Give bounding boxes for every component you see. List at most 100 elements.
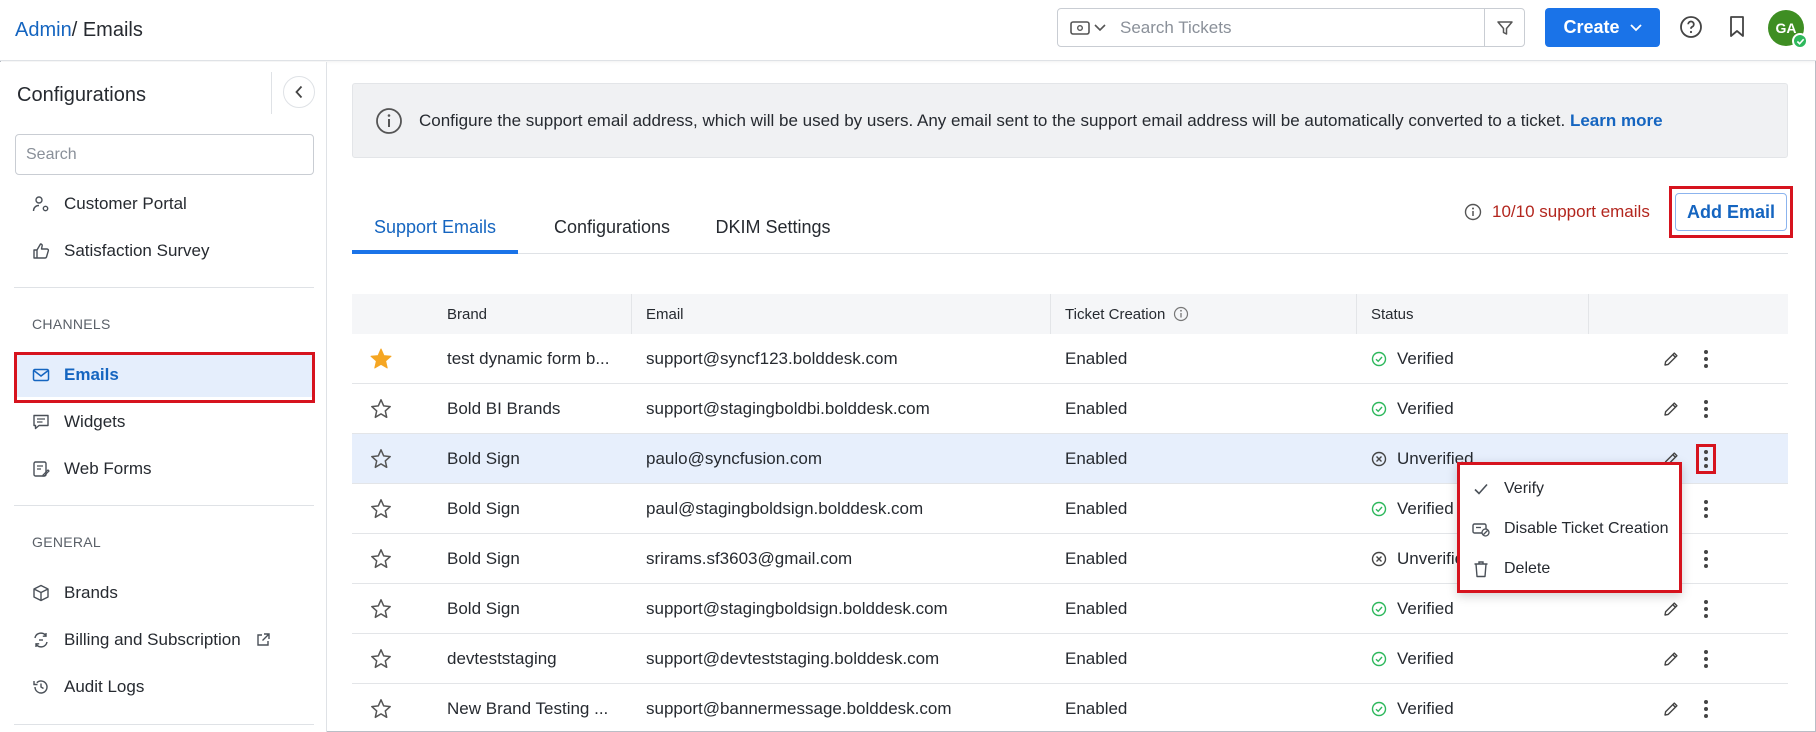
table-row[interactable]: devteststaging support@devteststaging.bol…: [352, 634, 1788, 684]
divider: [14, 724, 314, 725]
ticket-creation-cell: Enabled: [1065, 599, 1128, 618]
menu-item-label: Verify: [1504, 480, 1545, 497]
sidebar-item-emails[interactable]: Emails: [15, 353, 314, 397]
star-outline-icon: [369, 647, 393, 671]
billing-icon: [32, 631, 50, 649]
sidebar-item-satisfaction-survey[interactable]: Satisfaction Survey: [15, 229, 314, 273]
favorite-star-button[interactable]: [366, 384, 396, 434]
sidebar-item-web-forms[interactable]: Web Forms: [15, 447, 314, 491]
status-label: Verified: [1397, 499, 1454, 518]
edit-button[interactable]: [1657, 684, 1685, 732]
sidebar-search-input[interactable]: [15, 134, 314, 175]
divider: [271, 72, 272, 114]
sidebar-item-widgets[interactable]: Widgets: [15, 400, 314, 444]
more-actions-button[interactable]: [1692, 334, 1720, 384]
menu-item-delete[interactable]: Delete: [1460, 549, 1679, 589]
column-header-ticket-creation[interactable]: Ticket Creation: [1065, 294, 1189, 334]
brand-cell: Bold Sign: [447, 599, 520, 618]
favorite-star-button[interactable]: [366, 534, 396, 584]
brand-cell: Bold Sign: [447, 449, 520, 468]
email-cell: support@stagingboldsign.bolddesk.com: [646, 599, 948, 618]
unverified-icon: [1371, 451, 1387, 467]
star-outline-icon: [369, 547, 393, 571]
favorite-star-button[interactable]: [366, 634, 396, 684]
edit-button[interactable]: [1657, 634, 1685, 684]
more-actions-button[interactable]: [1692, 384, 1720, 434]
bookmark-button[interactable]: [1724, 14, 1750, 40]
sidebar-item-audit-logs[interactable]: Audit Logs: [15, 665, 314, 709]
more-actions-button[interactable]: [1692, 584, 1720, 634]
favorite-star-button[interactable]: [366, 434, 396, 484]
pencil-icon: [1662, 650, 1680, 668]
trash-icon: [1472, 560, 1490, 578]
ticket-creation-cell: Enabled: [1065, 699, 1128, 718]
collapse-sidebar-button[interactable]: [283, 76, 315, 108]
breadcrumb-current: Emails: [82, 19, 143, 41]
ticket-creation-cell: Enabled: [1065, 499, 1128, 518]
column-header-brand[interactable]: Brand: [447, 294, 487, 334]
chevron-down-icon: [1629, 23, 1642, 32]
table-row[interactable]: Bold BI Brands support@stagingboldbi.bold…: [352, 384, 1788, 434]
status-cell: Verified: [1371, 334, 1454, 384]
filter-button[interactable]: [1484, 9, 1524, 46]
favorite-star-button[interactable]: [366, 584, 396, 634]
thumbs-up-icon: [32, 242, 50, 260]
breadcrumb-admin-link[interactable]: Admin: [15, 19, 72, 41]
bookmark-icon: [1727, 15, 1747, 39]
email-cell: support@bannermessage.bolddesk.com: [646, 699, 952, 718]
more-actions-button[interactable]: [1692, 484, 1720, 534]
search-scope-dropdown[interactable]: [1058, 9, 1118, 46]
tab-configurations[interactable]: Configurations: [532, 210, 692, 254]
sidebar-item-customer-portal[interactable]: Customer Portal: [15, 182, 314, 226]
tab-dkim-settings[interactable]: DKIM Settings: [698, 210, 848, 254]
tab-support-emails[interactable]: Support Emails: [352, 210, 518, 254]
ticket-creation-cell: Enabled: [1065, 549, 1128, 568]
sidebar-item-label: Web Forms: [64, 459, 152, 478]
info-icon: [1173, 306, 1189, 322]
pencil-icon: [1662, 600, 1680, 618]
email-cell: support@devteststaging.bolddesk.com: [646, 649, 940, 668]
email-cell: paulo@syncfusion.com: [646, 449, 823, 468]
verified-icon: [1371, 351, 1387, 367]
more-actions-button[interactable]: [1692, 684, 1720, 732]
status-label: Verified: [1397, 649, 1454, 668]
pencil-icon: [1662, 400, 1680, 418]
more-actions-button[interactable]: [1692, 534, 1720, 584]
column-header-email[interactable]: Email: [646, 294, 684, 334]
email-cell: support@syncf123.bolddesk.com: [646, 349, 898, 368]
ticket-scope-icon: [1070, 20, 1090, 36]
sidebar-item-brands[interactable]: Brands: [15, 571, 314, 615]
create-button[interactable]: Create: [1545, 8, 1660, 47]
user-avatar[interactable]: GA: [1768, 10, 1808, 49]
table-header: Brand Email Ticket Creation Status: [352, 294, 1788, 334]
table-row[interactable]: New Brand Testing ... support@bannermessa…: [352, 684, 1788, 732]
table-row[interactable]: test dynamic form b... support@syncf123.b…: [352, 334, 1788, 384]
menu-item-verify[interactable]: Verify: [1460, 469, 1679, 509]
menu-item-label: Disable Ticket Creation: [1504, 520, 1669, 537]
sidebar-item-billing-and-subscription[interactable]: Billing and Subscription: [15, 618, 314, 662]
favorite-star-button[interactable]: [366, 484, 396, 534]
favorite-star-button[interactable]: [366, 334, 396, 384]
edit-button[interactable]: [1657, 334, 1685, 384]
verified-icon: [1371, 651, 1387, 667]
sidebar-item-label: Widgets: [64, 412, 126, 431]
more-vertical-icon: [1703, 699, 1709, 719]
pencil-icon: [1662, 700, 1680, 718]
more-actions-button[interactable]: [1696, 444, 1716, 474]
more-vertical-icon: [1703, 399, 1709, 419]
mail-icon: [32, 366, 50, 384]
learn-more-link[interactable]: Learn more: [1570, 111, 1663, 130]
avatar-initials: GA: [1775, 20, 1797, 36]
column-header-status[interactable]: Status: [1371, 294, 1414, 334]
edit-button[interactable]: [1657, 384, 1685, 434]
add-email-button[interactable]: Add Email: [1675, 193, 1787, 231]
favorite-star-button[interactable]: [366, 684, 396, 732]
search-tickets-input[interactable]: [1118, 9, 1484, 46]
menu-item-label: Delete: [1504, 560, 1551, 577]
more-actions-button[interactable]: [1692, 634, 1720, 684]
section-channels-label: CHANNELS: [32, 316, 111, 332]
status-cell: Verified: [1371, 684, 1454, 732]
help-button[interactable]: [1678, 14, 1704, 40]
menu-item-disable-ticket-creation[interactable]: Disable Ticket Creation: [1460, 509, 1679, 549]
star-outline-icon: [369, 497, 393, 521]
